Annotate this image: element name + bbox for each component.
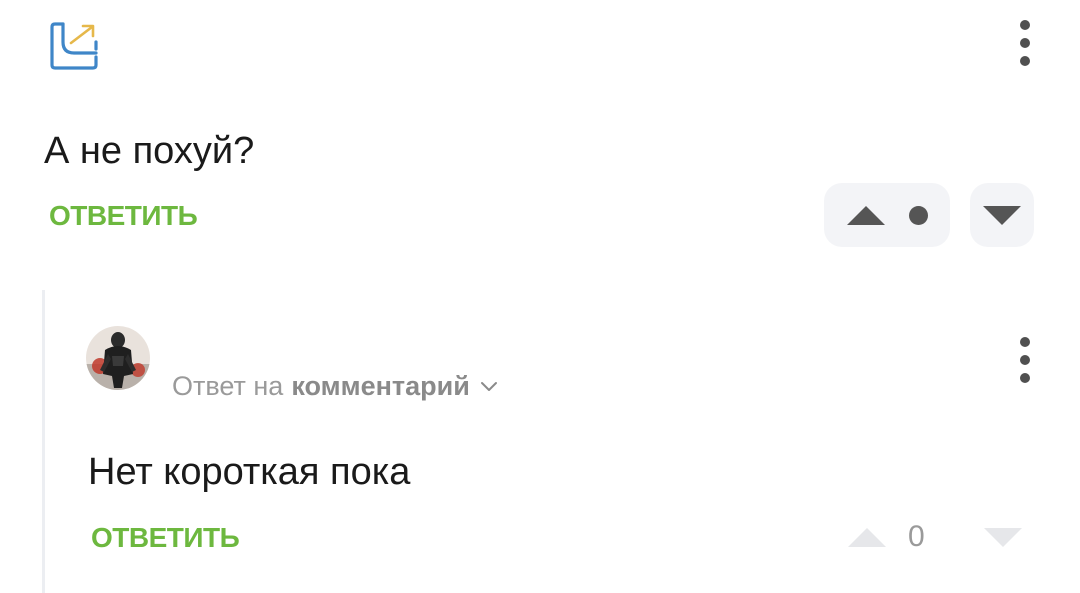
comments-section: А не похуй? ОТВЕТИТЬ Ответ на комментари… [0,0,1080,593]
chevron-down-icon[interactable] [480,381,498,393]
vote-down-box[interactable] [970,183,1034,247]
reply-comment-text: Нет короткая пока [88,451,411,493]
triangle-up-icon[interactable] [848,528,886,547]
more-vertical-icon-dot [1020,56,1030,66]
triangle-down-icon [983,205,1021,225]
reply-menu-button[interactable] [1015,337,1035,383]
more-vertical-icon-dot [1020,373,1030,383]
more-vertical-icon [1020,20,1030,30]
reply-to-info: Ответ на комментарий [172,373,498,400]
vote-count: 0 [908,520,925,553]
share-arrow-box-icon [50,22,98,70]
avatar-image [86,326,150,390]
triangle-up-icon[interactable] [846,205,885,225]
comment-text: А не похуй? [44,130,255,172]
reply-button[interactable]: ОТВЕТИТЬ [91,524,240,552]
reply-to-comment-link[interactable]: комментарий [291,373,470,400]
reply-vote-row: 0 [846,520,1024,556]
reply-to-prefix: Ответ на [172,371,284,401]
more-vertical-icon-dot [1020,355,1030,365]
reply-button[interactable]: ОТВЕТИТЬ [49,202,198,230]
user-avatar[interactable] [86,326,150,390]
thread-line [42,290,45,593]
triangle-down-icon[interactable] [984,528,1022,547]
more-vertical-icon [1020,337,1030,347]
rating-dot-icon [908,205,928,225]
comment-menu-button[interactable] [1015,20,1035,66]
more-vertical-icon-dot [1020,38,1030,48]
vote-up-box [824,183,950,247]
